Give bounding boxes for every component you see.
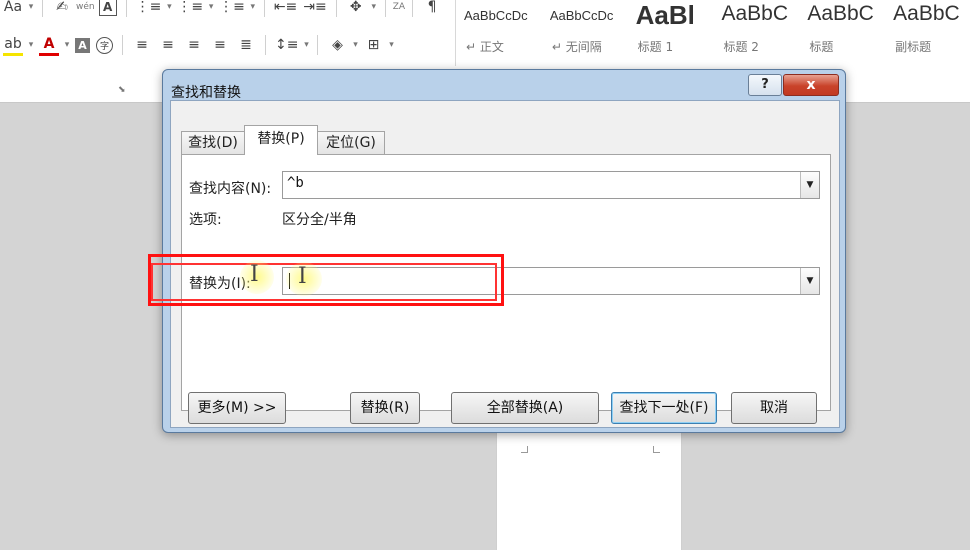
chinese-layout-dropdown[interactable]: ▾ xyxy=(370,0,378,18)
dialog-title: 查找和替换 xyxy=(171,85,241,101)
options-label: 选项: xyxy=(189,212,222,228)
font-color-icon[interactable]: A xyxy=(39,35,59,56)
tab-find[interactable]: 查找(D) xyxy=(181,131,245,154)
char-border-icon[interactable]: A xyxy=(98,0,117,16)
multilevel-list-icon[interactable]: ⋮≡ xyxy=(219,0,245,18)
font-color-dropdown[interactable]: ▾ xyxy=(63,34,71,56)
style-heading-2[interactable]: AaBbC 标题 2 xyxy=(713,0,793,62)
clear-format-icon[interactable]: ✍ xyxy=(52,0,72,18)
separator xyxy=(122,35,123,55)
style-sample: AaBbC xyxy=(807,2,874,25)
separator xyxy=(125,0,127,17)
align-left-icon[interactable]: ≡ xyxy=(132,34,152,56)
style-label: 副标题 xyxy=(895,40,932,54)
document-page[interactable] xyxy=(496,430,682,550)
show-marks-icon[interactable]: ¶ xyxy=(422,0,442,18)
char-shading-icon[interactable]: A xyxy=(75,37,90,53)
help-button[interactable]: ? xyxy=(748,74,782,96)
ribbon-row-1: Aa ▾ ✍ wén A ⋮≡ ▾ ⋮≡ ▾ ⋮≡ ▾ ⇤≡ ⇥≡ ✥ ▾ ZA… xyxy=(0,0,445,20)
styles-gallery: AaBbCcDc ↵ 正文 AaBbCcDc ↵ 无间隔 AaBl 标题 1 A… xyxy=(455,0,970,66)
style-label: ↵ 无间隔 xyxy=(551,40,602,54)
tab-replace[interactable]: 替换(P) xyxy=(244,125,318,155)
separator xyxy=(412,0,414,17)
align-right-icon[interactable]: ≡ xyxy=(184,34,204,56)
style-sample: AaBl xyxy=(635,0,695,30)
multilevel-dropdown[interactable]: ▾ xyxy=(249,0,257,18)
change-case-button[interactable]: Aa xyxy=(3,0,23,18)
separator xyxy=(317,35,319,55)
ibeam-cursor-icon: I xyxy=(250,262,259,287)
numbering-icon[interactable]: ⋮≡ xyxy=(177,0,203,18)
shading-dropdown[interactable]: ▾ xyxy=(351,34,359,56)
justify-icon[interactable]: ≡ xyxy=(210,34,230,56)
bullets-dropdown[interactable]: ▾ xyxy=(165,0,173,18)
highlight-color-icon[interactable]: ab xyxy=(3,35,23,56)
tab-goto[interactable]: 定位(G) xyxy=(317,131,385,154)
line-spacing-icon[interactable]: ↕≡ xyxy=(275,34,298,56)
find-replace-dialog: 查找和替换 ? x 查找(D) 替换(P) 定位(G) 查找内容(N): ^b … xyxy=(162,69,846,433)
phonetic-guide-icon[interactable]: wén xyxy=(76,0,95,18)
shading-icon[interactable]: ◈ xyxy=(327,34,347,56)
highlight-dropdown[interactable]: ▾ xyxy=(27,34,35,56)
style-label: ↵ 正文 xyxy=(466,40,504,54)
annotation-highlight-box xyxy=(148,254,504,306)
style-title[interactable]: AaBbC 标题 xyxy=(799,0,879,62)
distributed-icon[interactable]: ≣ xyxy=(236,34,256,56)
numbering-dropdown[interactable]: ▾ xyxy=(207,0,215,18)
close-button[interactable]: x xyxy=(783,74,839,96)
cancel-button[interactable]: 取消 xyxy=(731,392,817,424)
line-spacing-dropdown[interactable]: ▾ xyxy=(302,34,310,56)
decrease-indent-icon[interactable]: ⇤≡ xyxy=(274,0,297,18)
separator xyxy=(263,0,265,17)
ibeam-cursor-icon: I xyxy=(298,264,307,289)
style-label: 标题 xyxy=(809,40,834,54)
style-sample: AaBbCcDc xyxy=(464,8,528,23)
find-next-button[interactable]: 查找下一处(F) xyxy=(611,392,717,424)
style-normal[interactable]: AaBbCcDc ↵ 正文 xyxy=(456,0,536,62)
replace-button[interactable]: 替换(R) xyxy=(350,392,420,424)
find-what-input[interactable]: ^b xyxy=(287,175,304,191)
style-label: 标题 2 xyxy=(723,40,759,54)
sort-icon[interactable]: ZA xyxy=(393,0,405,18)
enclose-char-icon[interactable]: 字 xyxy=(96,36,113,54)
style-label: 标题 1 xyxy=(637,40,674,54)
align-center-icon[interactable]: ≡ xyxy=(158,34,178,56)
style-sample: AaBbC xyxy=(721,2,789,25)
chevron-down-icon[interactable]: ▼ xyxy=(800,172,819,198)
style-subtitle[interactable]: AaBbC 副标题 xyxy=(885,0,965,62)
chinese-layout-icon[interactable]: ✥ xyxy=(346,0,366,18)
page-margin-mark xyxy=(521,446,528,453)
separator xyxy=(265,35,266,55)
replace-all-button[interactable]: 全部替换(A) xyxy=(451,392,599,424)
chevron-down-icon[interactable]: ▼ xyxy=(800,268,819,294)
bullets-icon[interactable]: ⋮≡ xyxy=(136,0,162,18)
page-margin-mark xyxy=(653,446,660,453)
separator xyxy=(42,0,43,17)
separator xyxy=(384,0,386,17)
style-sample: AaBbCcDc xyxy=(549,8,614,23)
ribbon-row-2: ab ▾ A ▾ A 字 ≡ ≡ ≡ ≡ ≣ ↕≡ ▾ ◈ ▾ ⊞ ▾ xyxy=(0,32,396,58)
change-case-dropdown[interactable]: ▾ xyxy=(27,0,35,18)
style-sample: AaBbC xyxy=(893,2,960,25)
font-dialog-launcher-icon[interactable]: ⬊ xyxy=(118,85,126,95)
annotation-inner-box xyxy=(151,263,497,301)
borders-icon[interactable]: ⊞ xyxy=(363,34,383,56)
more-button[interactable]: 更多(M) >> xyxy=(188,392,286,424)
style-heading-1[interactable]: AaBl 标题 1 xyxy=(628,0,708,62)
find-what-label: 查找内容(N): xyxy=(189,181,272,197)
separator xyxy=(335,0,337,17)
find-what-combo[interactable]: ^b ▼ xyxy=(282,171,820,199)
increase-indent-icon[interactable]: ⇥≡ xyxy=(303,0,326,18)
style-no-spacing[interactable]: AaBbCcDc ↵ 无间隔 xyxy=(542,0,622,62)
borders-dropdown[interactable]: ▾ xyxy=(387,34,395,56)
options-value: 区分全/半角 xyxy=(282,212,357,228)
